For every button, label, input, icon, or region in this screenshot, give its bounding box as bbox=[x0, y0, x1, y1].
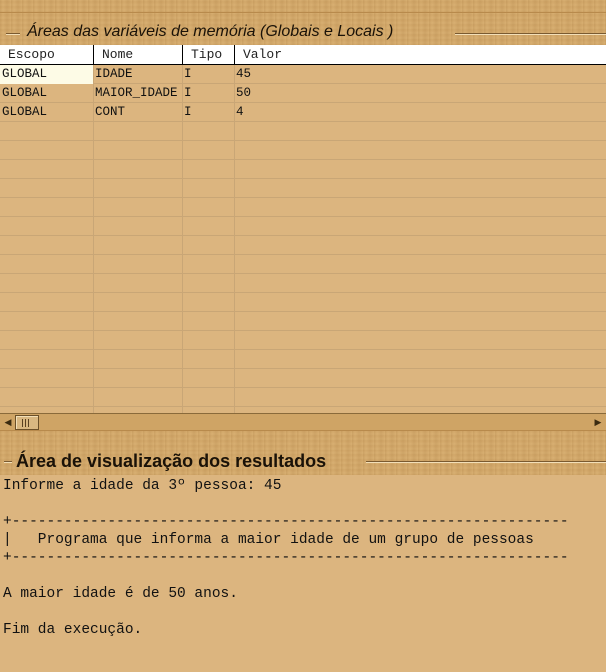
table-row[interactable]: GLOBAL IDADE I 45 bbox=[0, 65, 606, 84]
table-row[interactable]: GLOBAL MAIOR_IDADE I 50 bbox=[0, 84, 606, 103]
output-line: | Programa que informa a maior idade de … bbox=[3, 532, 534, 548]
output-line: +---------------------------------------… bbox=[3, 514, 569, 530]
cell-nome[interactable]: MAIOR_IDADE bbox=[93, 84, 182, 103]
output-line: Fim da execução. bbox=[3, 622, 143, 638]
output-line: +---------------------------------------… bbox=[3, 550, 569, 566]
scroll-right-icon[interactable]: ▶ bbox=[591, 415, 605, 429]
grid-header: Escopo Nome Tipo Valor bbox=[0, 45, 606, 65]
cell-escopo[interactable]: GLOBAL bbox=[0, 84, 93, 103]
top-wood-strip bbox=[0, 0, 606, 13]
horizontal-scrollbar[interactable]: ◀ ▶ bbox=[0, 413, 606, 431]
table-row[interactable]: GLOBAL CONT I 4 bbox=[0, 103, 606, 122]
cell-escopo[interactable]: GLOBAL bbox=[0, 65, 93, 84]
legend-groove-right bbox=[366, 461, 606, 463]
legend-groove-left bbox=[4, 461, 12, 463]
cell-valor[interactable]: 45 bbox=[234, 65, 606, 84]
output-line: A maior idade é de 50 anos. bbox=[3, 586, 238, 602]
cell-nome[interactable]: CONT bbox=[93, 103, 182, 122]
memory-panel-title: Áreas das variáveis de memória (Globais … bbox=[27, 23, 394, 40]
column-header-tipo[interactable]: Tipo bbox=[183, 45, 235, 64]
results-panel-title: Área de visualização dos resultados bbox=[16, 451, 327, 471]
panel-divider bbox=[0, 430, 606, 451]
variables-grid[interactable]: Escopo Nome Tipo Valor GLOBAL IDADE I 45… bbox=[0, 45, 606, 413]
cell-nome[interactable]: IDADE bbox=[93, 65, 182, 84]
results-output-area[interactable]: Informe a idade da 3º pessoa: 45 +------… bbox=[0, 475, 606, 672]
cell-tipo[interactable]: I bbox=[182, 103, 234, 122]
scroll-left-icon[interactable]: ◀ bbox=[1, 415, 15, 429]
column-header-escopo[interactable]: Escopo bbox=[0, 45, 94, 64]
cell-tipo[interactable]: I bbox=[182, 84, 234, 103]
column-header-nome[interactable]: Nome bbox=[94, 45, 183, 64]
cell-tipo[interactable]: I bbox=[182, 65, 234, 84]
legend-groove-right bbox=[455, 33, 606, 35]
cell-valor[interactable]: 4 bbox=[234, 103, 606, 122]
cell-valor[interactable]: 50 bbox=[234, 84, 606, 103]
output-line: Informe a idade da 3º pessoa: 45 bbox=[3, 478, 282, 494]
legend-groove-left bbox=[6, 33, 20, 35]
column-header-valor[interactable]: Valor bbox=[235, 45, 606, 64]
cell-escopo[interactable]: GLOBAL bbox=[0, 103, 93, 122]
scrollbar-thumb[interactable] bbox=[15, 415, 39, 430]
